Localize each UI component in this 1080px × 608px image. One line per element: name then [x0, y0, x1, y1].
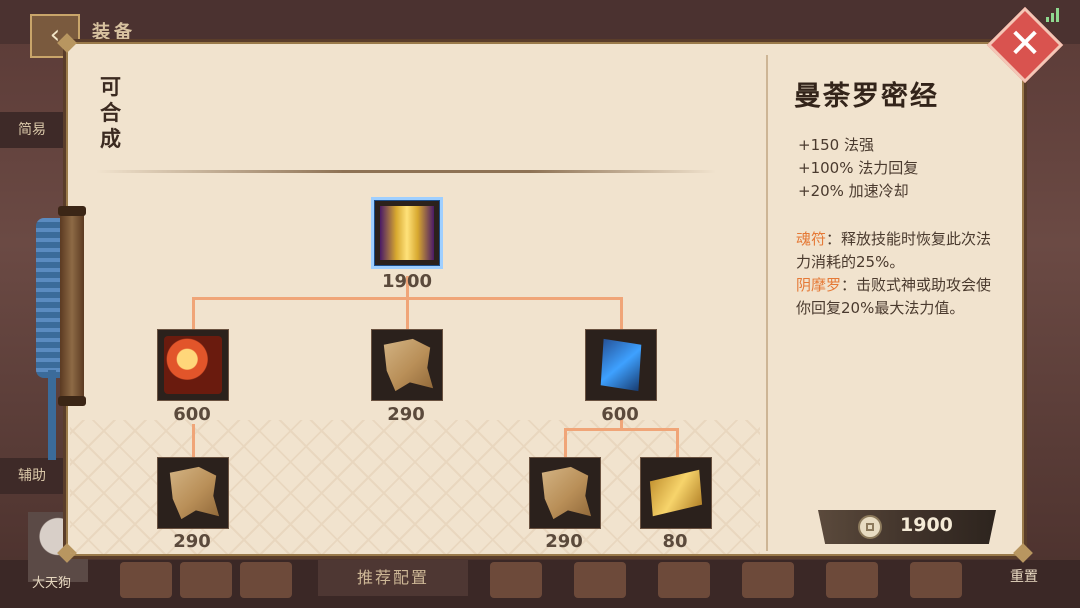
- paper-scroll-icon: [169, 466, 220, 520]
- item-stat: +20% 加速冷却: [798, 182, 909, 200]
- item-cost: 600: [173, 404, 211, 425]
- item-cost: 290: [545, 531, 583, 552]
- tree-item[interactable]: [585, 329, 657, 401]
- tree-item[interactable]: [529, 457, 601, 529]
- gold-ticket-icon: [649, 469, 703, 517]
- equip-slot[interactable]: [490, 562, 542, 598]
- red-book-icon: [164, 336, 222, 394]
- item-stat: +150 法强: [798, 136, 874, 154]
- top-bar: [0, 0, 1080, 44]
- craftable-label: 可合成: [100, 75, 121, 151]
- tree-connector: [676, 428, 679, 458]
- paper-scroll-icon: [541, 466, 592, 520]
- scroll-rod: [60, 212, 84, 402]
- blue-talisman-icon: [600, 338, 642, 392]
- item-price: 1900: [900, 514, 953, 536]
- equip-slot[interactable]: [742, 562, 794, 598]
- tree-connector: [406, 297, 409, 329]
- item-cost: 290: [387, 404, 425, 425]
- item-stat: +100% 法力回复: [798, 159, 919, 177]
- coin-icon: [858, 515, 882, 539]
- reset-button[interactable]: 重置: [1010, 566, 1038, 586]
- equip-slot[interactable]: [574, 562, 626, 598]
- recommend-config-button[interactable]: 推荐配置: [318, 560, 468, 596]
- section-divider: [96, 170, 716, 173]
- equip-slot[interactable]: [120, 562, 172, 598]
- paper-scroll-icon: [383, 338, 434, 392]
- equip-slot[interactable]: [240, 562, 292, 598]
- item-name: 曼荼罗密经: [794, 81, 939, 112]
- passive-description: 阴摩罗：击败式神或助攻会使你回复20%最大法力值。: [796, 274, 1002, 320]
- scroll-cap: [58, 206, 86, 216]
- close-icon[interactable]: ✕: [998, 18, 1052, 72]
- item-cost: 290: [173, 531, 211, 552]
- tree-connector: [192, 424, 195, 458]
- tree-connector: [620, 297, 623, 329]
- tree-item[interactable]: [157, 329, 229, 401]
- mandala-scroll-icon: [380, 206, 434, 260]
- tree-connector: [564, 428, 678, 431]
- passive-description: 魂符：释放技能时恢复此次法力消耗的25%。: [796, 228, 1002, 274]
- hero-name: 大天狗: [32, 576, 72, 591]
- passive-keyword: 魂符: [796, 230, 827, 248]
- tree-connector: [192, 297, 195, 329]
- passive-keyword: 阴摩罗: [796, 276, 842, 294]
- tree-item[interactable]: [640, 457, 712, 529]
- equip-slot[interactable]: [910, 562, 962, 598]
- column-divider: [766, 55, 768, 551]
- tassel-string: [48, 370, 56, 460]
- tree-connector: [564, 428, 567, 458]
- equip-slot[interactable]: [658, 562, 710, 598]
- equip-slot[interactable]: [180, 562, 232, 598]
- scroll-cap: [58, 396, 86, 406]
- passive-text: ：释放技能时恢复此次法力消耗的25%。: [796, 230, 992, 271]
- item-cost: 80: [662, 531, 688, 552]
- item-cost: 600: [601, 404, 639, 425]
- tree-item[interactable]: [157, 457, 229, 529]
- item-cost: 1900: [381, 271, 433, 292]
- tree-item-root[interactable]: [371, 197, 443, 269]
- equip-slot[interactable]: [826, 562, 878, 598]
- tree-item[interactable]: [371, 329, 443, 401]
- screen-title: 装备: [92, 22, 136, 43]
